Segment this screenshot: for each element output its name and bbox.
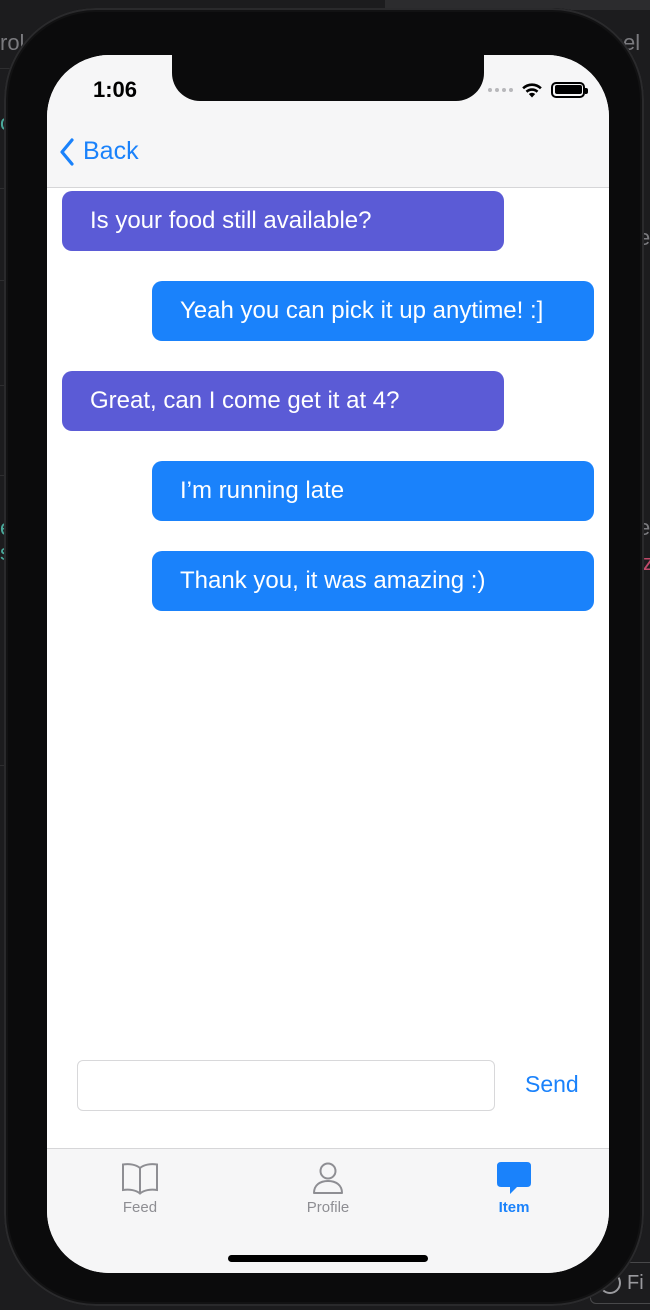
message-bubble-sent: Yeah you can pick it up anytime! :]: [152, 281, 594, 341]
cellular-signal-icon: [488, 87, 513, 92]
tab-item[interactable]: Item: [454, 1161, 574, 1216]
phone-screen: 1:06 Back Is your food still available? …: [47, 55, 609, 1273]
message-bubble-received: Great, can I come get it at 4?: [62, 371, 504, 431]
navigation-bar: Back: [47, 115, 609, 188]
message-bubble-icon: [497, 1162, 531, 1194]
message-text: Thank you, it was amazing :): [180, 567, 486, 594]
message-text: Great, can I come get it at 4?: [90, 387, 400, 414]
send-button[interactable]: Send: [525, 1071, 579, 1098]
tab-label: Profile: [306, 1199, 350, 1216]
message-composer: Send: [47, 1055, 609, 1117]
back-button[interactable]: Back: [59, 137, 139, 166]
message-bubble-sent: I’m running late: [152, 461, 594, 521]
back-label: Back: [83, 137, 139, 165]
message-bubble-received: Is your food still available?: [62, 191, 504, 251]
device-frame: 1:06 Back Is your food still available? …: [4, 8, 644, 1306]
status-time: 1:06: [93, 77, 138, 102]
battery-icon: [551, 81, 588, 98]
status-icons: [488, 81, 588, 98]
tab-label: Feed: [122, 1199, 158, 1216]
tab-label: Item: [498, 1199, 530, 1216]
device-notch: [172, 55, 484, 101]
message-list[interactable]: Is your food still available? Yeah you c…: [47, 189, 609, 1039]
message-text: Is your food still available?: [90, 207, 372, 234]
chevron-left-icon: [60, 137, 74, 166]
message-text: I’m running late: [180, 477, 345, 504]
message-text: Yeah you can pick it up anytime! :]: [180, 297, 544, 324]
tab-feed[interactable]: Feed: [80, 1161, 200, 1216]
book-icon: [122, 1163, 158, 1195]
filter-label: Fi: [627, 1271, 644, 1294]
tab-profile[interactable]: Profile: [268, 1161, 388, 1216]
home-indicator[interactable]: [228, 1255, 428, 1262]
person-icon: [313, 1162, 343, 1194]
message-bubble-sent: Thank you, it was amazing :): [152, 551, 594, 611]
tab-bar: Feed Profile Item: [47, 1148, 609, 1273]
wifi-icon: [522, 83, 542, 98]
message-input[interactable]: [77, 1060, 495, 1111]
